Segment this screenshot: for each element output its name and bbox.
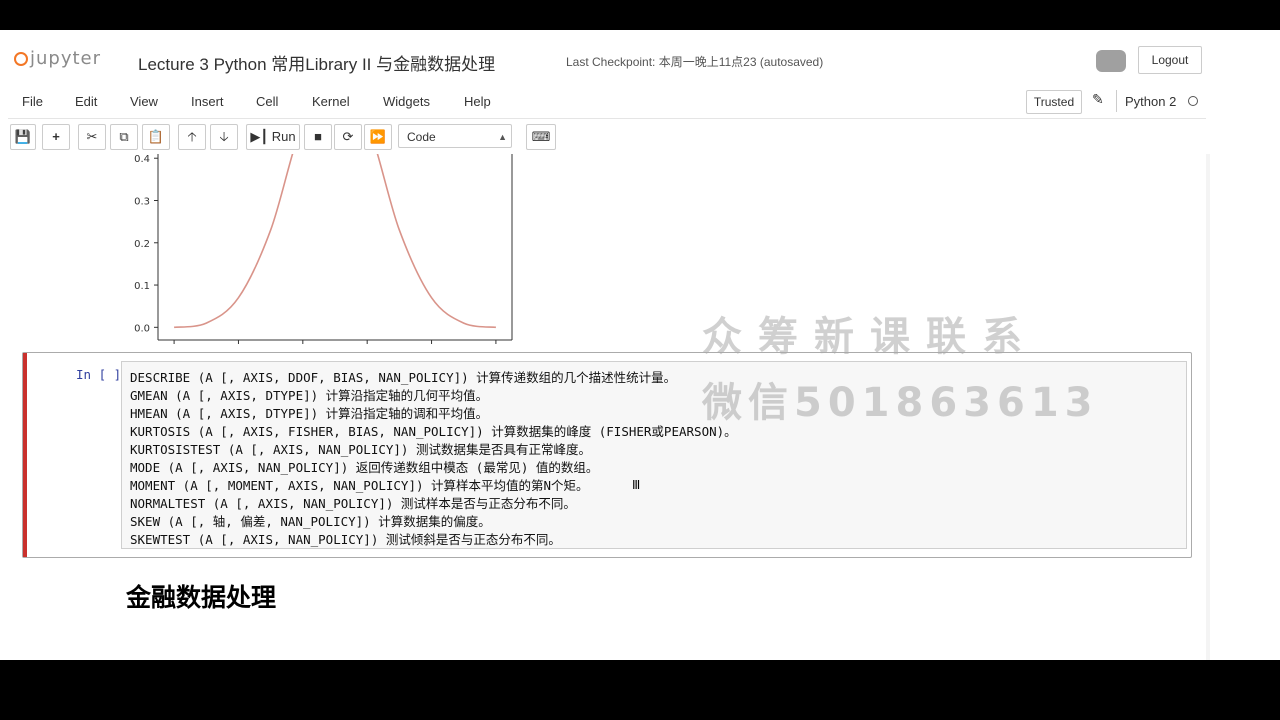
checkpoint-status: Last Checkpoint: 本周一晚上11点23 (autosaved) <box>566 55 824 69</box>
trusted-indicator[interactable]: Trusted <box>1026 90 1082 114</box>
code-line: KURTOSIS (A [, AXIS, FISHER, BIAS, NAN_P… <box>130 424 737 439</box>
cell-type-value: Code <box>407 130 436 144</box>
arrow-up-icon: 🡡 <box>187 129 197 144</box>
insert-cell-button[interactable]: + <box>42 124 70 150</box>
cell-type-select[interactable]: Code ▲ <box>398 124 512 148</box>
menu-edit[interactable]: Edit <box>75 94 97 109</box>
user-avatar <box>1096 50 1126 72</box>
code-line: SKEWTEST (A [, AXIS, NAN_POLICY]) 测试倾斜是否… <box>130 532 561 547</box>
y-tick-label: 0.2 <box>134 239 150 250</box>
menu-cell[interactable]: Cell <box>256 94 278 109</box>
refresh-icon: ⟳ <box>342 129 354 144</box>
text-cursor-icon: Ⅲ <box>632 478 641 492</box>
code-line: NORMALTEST (A [, AXIS, NAN_POLICY]) 测试样本… <box>130 496 576 511</box>
scissors-icon: ✂ <box>86 129 98 144</box>
menu-view[interactable]: View <box>130 94 158 109</box>
notebook-title[interactable]: Lecture 3 Python 常用Library II 与金融数据处理 <box>138 50 495 75</box>
save-button[interactable]: 💾 <box>10 124 36 150</box>
menu-file[interactable]: File <box>22 94 43 109</box>
paste-button[interactable]: 📋 <box>142 124 170 150</box>
series-line <box>173 154 497 329</box>
move-down-button[interactable]: 🡣 <box>210 124 238 150</box>
notebook-content: 0123450.00.10.20.30.4 In [ ]: DESCRIBE (… <box>0 154 1210 660</box>
cell-selection-bar <box>23 353 27 557</box>
kernel-status-icon <box>1188 96 1198 106</box>
notebook-header: jupyter Lecture 3 Python 常用Library II 与金… <box>0 30 1280 78</box>
save-icon: 💾 <box>14 129 32 144</box>
paste-icon: 📋 <box>147 129 165 144</box>
divider <box>1116 90 1117 112</box>
y-tick-label: 0.1 <box>134 281 150 292</box>
plot-layer: 0123450.00.10.20.30.4 <box>134 154 513 344</box>
watermark-line-2: 微信501863613 <box>702 380 1099 426</box>
code-line: MOMENT (A [, MOMENT, AXIS, NAN_POLICY]) … <box>130 478 589 493</box>
logout-button[interactable]: Logout <box>1138 46 1202 74</box>
menu-help[interactable]: Help <box>464 94 491 109</box>
output-plot: 0123450.00.10.20.30.4 <box>134 154 513 344</box>
run-button[interactable]: ▶┃ Run <box>246 124 300 150</box>
step-forward-icon: ▶┃ <box>250 129 269 144</box>
menu-widgets[interactable]: Widgets <box>383 94 430 109</box>
move-up-button[interactable]: 🡡 <box>178 124 206 150</box>
run-label: Run <box>271 129 296 144</box>
run-all-button[interactable]: ⏩ <box>364 124 392 150</box>
code-line: SKEW (A [, 轴, 偏差, NAN_POLICY]) 计算数据集的偏度。 <box>130 514 491 529</box>
y-tick-label: 0.4 <box>134 154 150 165</box>
jupyter-logo[interactable]: jupyter <box>14 48 101 69</box>
command-palette-button[interactable]: ⌨ <box>526 124 556 150</box>
plus-icon: + <box>52 129 60 144</box>
code-line: GMEAN (A [, AXIS, DTYPE]) 计算沿指定轴的几何平均值。 <box>130 388 489 403</box>
jupyter-notebook-window: jupyter Lecture 3 Python 常用Library II 与金… <box>0 30 1280 660</box>
menu-kernel[interactable]: Kernel <box>312 94 350 109</box>
copy-button[interactable]: ⧉ <box>110 124 138 150</box>
kernel-name[interactable]: Python 2 <box>1125 94 1176 109</box>
chevron-updown-icon: ▲ <box>498 132 507 142</box>
y-tick-label: 0.0 <box>134 323 150 334</box>
y-tick-label: 0.3 <box>134 197 150 208</box>
pencil-icon[interactable]: ✎ <box>1092 92 1104 108</box>
cut-button[interactable]: ✂ <box>78 124 106 150</box>
restart-button[interactable]: ⟳ <box>334 124 362 150</box>
code-line: KURTOSISTEST (A [, AXIS, NAN_POLICY]) 测试… <box>130 442 591 457</box>
toolbar: 💾 + ✂ ⧉ 📋 🡡 🡣 ▶┃ Run ■ ⟳ ⏩ ⌨ <box>0 122 1210 154</box>
interrupt-button[interactable]: ■ <box>304 124 332 150</box>
copy-icon: ⧉ <box>119 129 129 144</box>
stop-icon: ■ <box>314 129 322 144</box>
keyboard-icon: ⌨ <box>531 129 551 144</box>
section-heading: 金融数据处理 <box>126 583 277 612</box>
watermark-line-1: 众筹新课联系 <box>702 314 1038 360</box>
code-line: HMEAN (A [, AXIS, DTYPE]) 计算沿指定轴的调和平均值。 <box>130 406 489 421</box>
menu-insert[interactable]: Insert <box>191 94 224 109</box>
fast-forward-icon: ⏩ <box>369 129 387 144</box>
logo-text: jupyter <box>30 48 102 69</box>
arrow-down-icon: 🡣 <box>219 129 229 144</box>
code-line: MODE (A [, AXIS, NAN_POLICY]) 返回传递数组中模态 … <box>130 460 599 475</box>
scrollbar-track[interactable] <box>1206 154 1210 660</box>
code-line: DESCRIBE (A [, AXIS, DDOF, BIAS, NAN_POL… <box>130 370 677 385</box>
jupyter-logo-icon <box>14 52 28 66</box>
